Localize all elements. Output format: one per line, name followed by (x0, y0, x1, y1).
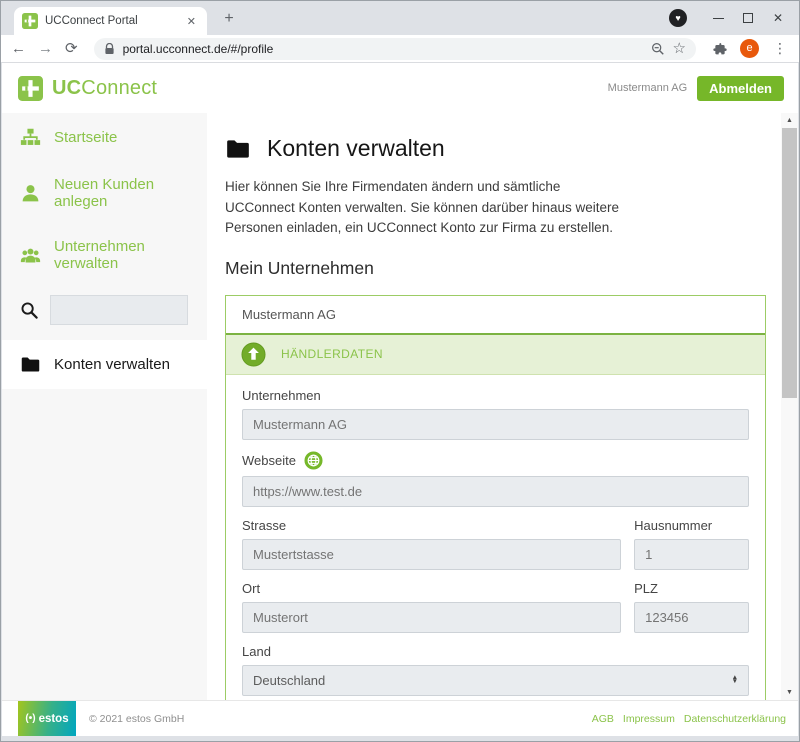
browser-tab[interactable]: UCConnect Portal ✕ (14, 7, 207, 35)
main-content: Konten verwalten Hier können Sie Ihre Fi… (207, 113, 781, 700)
sitemap-icon (20, 127, 41, 148)
address-bar[interactable]: portal.ucconnect.de/#/profile ☆ (94, 38, 696, 60)
sidebar-search (2, 286, 207, 340)
forward-button[interactable]: → (38, 41, 53, 56)
sidebar-item-label: Konten verwalten (54, 356, 170, 373)
page-scrollbar[interactable]: ▲ ▼ (781, 113, 798, 700)
arrow-up-circle-icon (241, 342, 266, 367)
webseite-input[interactable] (242, 476, 749, 507)
sidebar-item-label: Unternehmen verwalten (54, 238, 189, 272)
page-title: Konten verwalten (267, 135, 445, 162)
minimize-icon (713, 18, 724, 19)
company-form: Unternehmen Webseite Strasse (226, 375, 765, 701)
url-text: portal.ucconnect.de/#/profile (123, 42, 274, 56)
select-arrows-icon: ▲ ▼ (732, 676, 738, 684)
intro-line: Personen einladen, ein UCConnect Konto z… (225, 218, 766, 239)
new-tab-button[interactable]: + (219, 9, 239, 29)
scroll-up-icon[interactable]: ▲ (781, 117, 798, 124)
field-label-strasse: Strasse (242, 518, 621, 533)
estos-logo: (•) estos (18, 701, 76, 736)
scrollbar-thumb[interactable] (782, 128, 797, 398)
padlock-icon (104, 43, 115, 55)
browser-window: UCConnect Portal ✕ + ♥ ✕ ← → ⟳ portal.uc… (0, 0, 800, 742)
account-name: Mustermann AG (608, 82, 687, 94)
person-icon (20, 183, 41, 204)
page-footer: (•) estos © 2021 estos GmbH AGB Impressu… (2, 700, 798, 736)
intro-text: Hier können Sie Ihre Firmendaten ändern … (225, 177, 766, 239)
maximize-button[interactable] (733, 1, 763, 35)
estos-logo-mark-icon: (•) (25, 713, 35, 724)
reload-button[interactable]: ⟳ (65, 41, 78, 56)
maximize-icon (743, 13, 753, 23)
land-select-value: Deutschland (253, 673, 325, 688)
field-label-plz: PLZ (634, 581, 749, 596)
plz-input[interactable] (634, 602, 749, 633)
logout-button[interactable]: Abmelden (697, 76, 784, 101)
scroll-down-icon[interactable]: ▼ (781, 689, 798, 696)
ort-input[interactable] (242, 602, 621, 633)
sidebar-item-neuen-kunden-anlegen[interactable]: Neuen Kunden anlegen (2, 162, 207, 224)
close-button[interactable]: ✕ (763, 1, 793, 35)
land-select[interactable]: Deutschland ▲ ▼ (242, 665, 749, 696)
tab-close-icon[interactable]: ✕ (184, 14, 199, 29)
browser-profile-avatar[interactable]: e (740, 39, 759, 58)
folder-title-icon (225, 136, 251, 162)
page-viewport: UCConnect Mustermann AG Abmelden Startse… (2, 63, 798, 736)
field-label-webseite: Webseite (242, 451, 749, 470)
brand-text: UCConnect (52, 77, 157, 100)
strasse-input[interactable] (242, 539, 621, 570)
unternehmen-input[interactable] (242, 409, 749, 440)
globe-icon (304, 451, 323, 470)
accordion-label: HÄNDLERDATEN (281, 347, 383, 361)
ucconnect-logo[interactable]: UCConnect (18, 76, 157, 101)
sidebar-item-startseite[interactable]: Startseite (2, 113, 207, 162)
minimize-button[interactable] (703, 1, 733, 35)
titlebar-profile-icon[interactable]: ♥ (669, 9, 687, 27)
company-card-header[interactable]: Mustermann AG (226, 296, 765, 335)
haendlerdaten-accordion[interactable]: HÄNDLERDATEN (226, 335, 765, 375)
browser-menu-icon[interactable]: ⋮ (771, 40, 789, 57)
hausnummer-input[interactable] (634, 539, 749, 570)
zoom-out-icon[interactable] (651, 42, 665, 56)
sidebar: Startseite Neuen Kunden anlegen Unterneh… (2, 113, 207, 700)
company-card: Mustermann AG HÄNDLERDATEN Unternehmen W… (225, 295, 766, 701)
footer-link-agb[interactable]: AGB (592, 713, 614, 725)
search-icon (20, 301, 39, 320)
ucconnect-favicon-icon (22, 13, 38, 29)
extensions-puzzle-icon[interactable] (712, 41, 728, 57)
copyright-text: © 2021 estos GmbH (89, 713, 184, 725)
sidebar-item-label: Neuen Kunden anlegen (54, 176, 189, 210)
intro-line: Hier können Sie Ihre Firmendaten ändern … (225, 177, 766, 198)
ucconnect-logo-icon (18, 76, 43, 101)
intro-line: UCConnect Konten verwalten. Sie können d… (225, 198, 766, 219)
footer-link-impressum[interactable]: Impressum (623, 713, 675, 725)
estos-logo-name: estos (39, 713, 69, 725)
tab-title: UCConnect Portal (45, 15, 177, 27)
browser-titlebar: UCConnect Portal ✕ + ♥ ✕ (1, 1, 799, 35)
field-label-ort: Ort (242, 581, 621, 596)
field-label-land: Land (242, 644, 749, 659)
back-button[interactable]: ← (11, 41, 26, 56)
footer-link-datenschutz[interactable]: Datenschutzerklärung (684, 713, 786, 725)
section-title: Mein Unternehmen (225, 258, 766, 279)
sidebar-item-label: Startseite (54, 129, 117, 146)
app-header: UCConnect Mustermann AG Abmelden (2, 63, 798, 113)
field-label-hausnummer: Hausnummer (634, 518, 749, 533)
browser-toolbar: ← → ⟳ portal.ucconnect.de/#/profile ☆ e … (1, 35, 799, 63)
sidebar-item-konten-verwalten[interactable]: Konten verwalten (2, 340, 207, 389)
bookmark-star-icon[interactable]: ☆ (673, 41, 686, 56)
sidebar-item-unternehmen-verwalten[interactable]: Unternehmen verwalten (2, 224, 207, 286)
field-label-unternehmen: Unternehmen (242, 388, 749, 403)
sidebar-search-input[interactable] (50, 295, 188, 325)
folder-icon (20, 354, 41, 375)
people-icon (20, 245, 41, 266)
